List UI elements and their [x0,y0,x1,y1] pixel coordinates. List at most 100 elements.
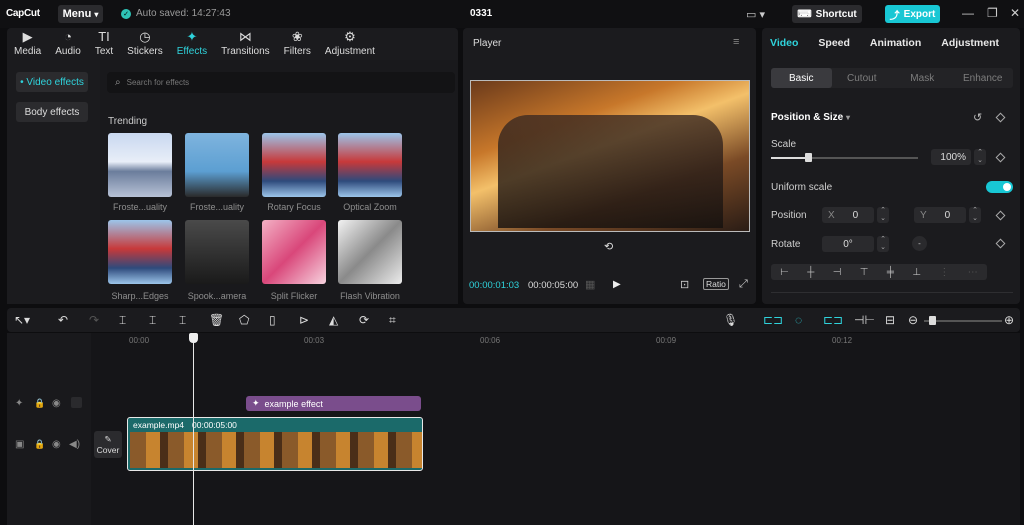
export-button[interactable]: ⤴ Export [885,5,940,23]
distribute-h-icon[interactable]: ⋮ [939,267,949,278]
position-y-stepper[interactable]: ⌃ ⌄ [969,207,981,223]
split-right-icon[interactable]: ⌶ [179,313,186,328]
minimize-icon[interactable]: — [962,6,974,20]
split-left-icon[interactable]: ⌶ [149,313,156,328]
track-option-icon[interactable] [71,397,82,408]
mirror-icon[interactable]: ◭ [329,313,338,327]
tab-speed[interactable]: Speed [818,37,850,49]
rotate-input[interactable]: 0° [822,236,874,252]
video-clip[interactable]: example.mp4 00:00:05:00 [127,417,423,471]
subtab-basic[interactable]: Basic [771,68,832,88]
delete-icon[interactable]: 🗑 [209,313,224,327]
tab-effects[interactable]: ✦ Effects [170,28,214,60]
zoom-in-icon[interactable]: ⊕ [1004,313,1014,327]
freeze-icon[interactable]: ▯ [269,313,276,327]
align-bottom-icon[interactable]: ⊥ [912,267,921,278]
clip-name: example.mp4 [133,420,185,430]
scale-input[interactable]: 100% [931,149,971,165]
uniform-scale-label: Uniform scale [771,182,833,193]
linkage-icon[interactable]: ⊏⊐ [823,313,843,327]
rotate-dial[interactable]: - [912,236,927,251]
reset-icon[interactable]: ↺ [973,111,982,124]
lock-icon[interactable]: 🔒 [34,439,45,450]
rotate-stepper[interactable]: ⌃ ⌄ [877,236,889,252]
link-main-track-icon[interactable]: ⊏⊐ [763,313,783,327]
scale-slider[interactable] [771,157,918,159]
effect-label: Froste...uality [189,202,245,212]
redo-icon[interactable]: ↷ [89,313,99,327]
playhead-handle[interactable] [189,333,198,343]
mask-icon[interactable]: ⬠ [239,313,249,327]
effect-clip[interactable]: ✦ example effect [246,396,421,411]
speaker-icon[interactable]: ◀) [69,439,80,450]
tab-text[interactable]: TI Text [88,28,120,60]
position-y-input[interactable]: Y0 [914,207,966,223]
eye-icon[interactable]: ◉ [52,439,61,450]
effect-thumbnail[interactable] [338,133,402,197]
subtab-enhance[interactable]: Enhance [953,68,1014,88]
tab-adjustment-inspector[interactable]: Adjustment [941,37,999,49]
time-ruler[interactable]: 00:00 00:03 00:06 00:09 00:12 [91,333,1020,347]
tab-transitions[interactable]: ⋈ Transitions [214,28,277,60]
position-x-stepper[interactable]: ⌃ ⌄ [877,207,889,223]
ratio-button[interactable]: Ratio [703,278,729,290]
select-tool-icon[interactable]: ↖▾ [14,313,30,327]
position-x-input[interactable]: X0 [822,207,874,223]
effect-thumbnail[interactable] [262,220,326,284]
distribute-v-icon[interactable]: ⋯ [968,267,978,278]
microphone-icon[interactable]: 🎙 [723,313,738,327]
tab-adjustment[interactable]: ⚙ Adjustment [318,28,382,60]
effect-thumbnail[interactable] [108,220,172,284]
rotate-icon[interactable]: ⟳ [359,313,369,327]
effect-thumbnail[interactable] [185,220,249,284]
zoom-out-icon[interactable]: ⊖ [908,313,918,327]
scale-slider-knob[interactable] [804,153,812,162]
position-size-header[interactable]: Position & Size ▾ [771,112,850,123]
crop-icon[interactable]: ⌗ [389,313,396,328]
timecode-grid-icon[interactable]: ▦ [585,278,595,291]
tab-stickers[interactable]: ◷ Stickers [120,28,170,60]
reverse-icon[interactable]: ⊳ [299,313,309,327]
subtab-cutout[interactable]: Cutout [832,68,893,88]
shortcut-button[interactable]: ⌨ Shortcut [792,5,862,23]
tab-audio[interactable]: ◔ Audio [48,28,88,60]
magnet-icon[interactable]: ◌ [795,313,802,327]
split-icon[interactable]: ⌶ [119,313,126,328]
preview-axis-icon[interactable]: ⊣⊢ [854,313,875,327]
layout-icon[interactable]: ▭ ▾ [746,8,765,21]
cover-button[interactable]: ✎ Cover [94,431,122,458]
undo-icon[interactable]: ↶ [58,313,68,327]
playhead[interactable] [193,333,194,525]
close-icon[interactable]: ✕ [1010,6,1020,20]
effect-thumbnail[interactable] [185,133,249,197]
align-right-icon[interactable]: ⊣ [833,267,842,278]
tab-video[interactable]: Video [770,37,798,49]
align-center-icon[interactable]: ┼ [807,267,814,278]
scale-stepper[interactable]: ⌃ ⌄ [974,149,986,165]
effect-thumbnail[interactable] [338,220,402,284]
fit-icon[interactable]: ⊡ [680,278,689,291]
subtab-mask[interactable]: Mask [892,68,953,88]
tab-filters[interactable]: ❀ Filters [277,28,318,60]
effect-thumbnail[interactable] [262,133,326,197]
maximize-icon[interactable]: ❐ [987,6,998,20]
align-middle-icon[interactable]: ╪ [887,267,894,278]
tab-animation[interactable]: Animation [870,37,921,49]
zoom-slider-knob[interactable] [929,316,936,325]
fullscreen-icon[interactable]: ⤢ [739,278,748,291]
menu-button[interactable]: Menu ▾ [58,5,103,23]
lock-icon[interactable]: 🔒 [34,398,45,409]
search-input[interactable]: ⌕ Search for effects [107,72,455,93]
align-top-icon[interactable]: ⊤ [860,267,869,278]
rotate-handle-icon[interactable]: ⟲ [604,240,613,253]
align-left-icon[interactable]: ⊢ [780,267,789,278]
body-effects-item[interactable]: Body effects [16,102,88,122]
player-menu-icon[interactable]: ≡ [733,36,739,48]
play-icon[interactable]: ▶ [613,279,621,290]
caption-icon[interactable]: ⊟ [885,313,895,327]
tab-media[interactable]: ▶ Media [7,28,48,60]
uniform-scale-toggle[interactable] [986,181,1013,193]
video-effects-item[interactable]: • Video effects [16,72,88,92]
eye-icon[interactable]: ◉ [52,398,61,409]
effect-thumbnail[interactable] [108,133,172,197]
